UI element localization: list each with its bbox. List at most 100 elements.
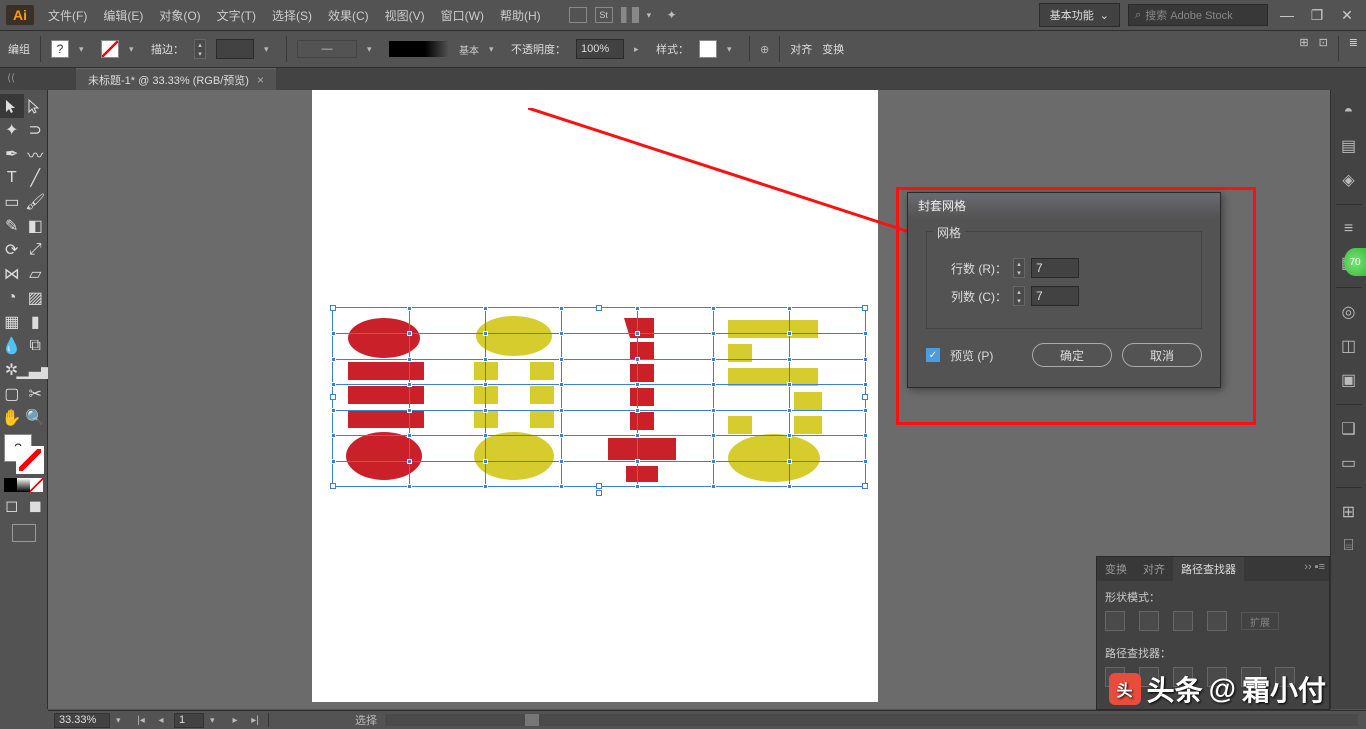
recolor-icon[interactable]: ⊕ [760, 43, 769, 56]
panel-overflow-icon[interactable]: ›› ▪≡ [1300, 557, 1329, 581]
stroke-weight-drop[interactable]: ▾ [264, 44, 276, 55]
blend-tool[interactable]: ⧉ [24, 334, 48, 358]
dock-brushes-icon[interactable]: ◈ [1339, 170, 1359, 190]
scale-tool[interactable]: ⤢ [24, 238, 48, 262]
zoom-tool[interactable]: 🔍 [24, 406, 48, 430]
vw-drop-icon[interactable]: ▾ [367, 44, 379, 55]
opacity-drop-icon[interactable]: ▸ [634, 44, 646, 55]
arrange-drop-icon[interactable]: ▾ [647, 10, 659, 21]
color-mode-gradient[interactable] [17, 478, 30, 492]
dock-graphic-styles-icon[interactable]: ▣ [1339, 370, 1359, 390]
menu-help[interactable]: 帮助(H) [492, 7, 549, 24]
intersect-icon[interactable] [1173, 611, 1193, 631]
stroke-stepper[interactable]: ▴▾ [194, 39, 206, 59]
color-mode-none[interactable] [30, 478, 43, 492]
fill-drop-icon[interactable]: ▾ [79, 44, 91, 55]
zoom-drop-icon[interactable]: ▾ [116, 715, 128, 726]
selection-tool[interactable] [0, 94, 24, 118]
shaper-tool[interactable]: ✎ [0, 214, 24, 238]
close-button[interactable]: ✕ [1336, 6, 1358, 24]
tab-corner-icon[interactable]: ⟨⟨ [6, 68, 16, 88]
dock-swatches-icon[interactable]: ▤ [1339, 136, 1359, 156]
align-label[interactable]: 对齐 [790, 41, 812, 57]
panel-menu-icon[interactable]: ≣ [1349, 36, 1358, 62]
transform-label[interactable]: 变换 [822, 41, 844, 57]
stroke-weight-input[interactable] [216, 39, 254, 59]
nav-next-icon[interactable]: ▸ [228, 713, 242, 727]
menu-edit[interactable]: 编辑(E) [95, 7, 151, 24]
nav-prev-icon[interactable]: ◂ [154, 713, 168, 727]
restore-button[interactable]: ❐ [1306, 6, 1328, 24]
style-drop-icon[interactable]: ▾ [727, 44, 739, 55]
menu-object[interactable]: 对象(O) [151, 7, 208, 24]
rectangle-tool[interactable]: ▭ [0, 190, 24, 214]
tab-align[interactable]: 对齐 [1135, 557, 1173, 581]
horizontal-scrollbar[interactable] [385, 714, 1358, 726]
fill-stroke-indicator[interactable]: ? [4, 434, 44, 474]
fill-swatch[interactable]: ? [51, 40, 69, 58]
shape-builder-tool[interactable]: ◔ [0, 286, 24, 310]
magic-wand-tool[interactable]: ✦ [0, 118, 24, 142]
bridge-icon[interactable] [569, 7, 587, 23]
mesh-tool[interactable]: ▦ [0, 310, 24, 334]
dialog-title[interactable]: 封套网格 [908, 193, 1220, 217]
artboard-tool[interactable]: ▢ [0, 382, 24, 406]
type-tool[interactable]: T [0, 166, 24, 190]
dock-color-icon[interactable]: ◓ [1339, 102, 1359, 122]
dock-appearance-icon[interactable]: ◎ [1339, 302, 1359, 322]
stock-icon[interactable]: St [595, 7, 613, 23]
expand-button[interactable]: 扩展 [1241, 612, 1279, 630]
menu-window[interactable]: 窗口(W) [433, 7, 492, 24]
isolate-icon[interactable]: ⊞ [1299, 36, 1308, 62]
screen-mode[interactable] [12, 524, 36, 542]
nav-first-icon[interactable]: |◂ [134, 713, 148, 727]
free-transform-tool[interactable]: ▱ [24, 262, 48, 286]
variable-width-profile[interactable]: — [297, 40, 357, 58]
minus-front-icon[interactable] [1139, 611, 1159, 631]
width-tool[interactable]: ⋈ [0, 262, 24, 286]
dock-links-icon[interactable]: ⌸ [1339, 536, 1359, 556]
paintbrush-tool[interactable]: 🖌 [24, 190, 48, 214]
dock-libraries-icon[interactable]: ⊞ [1339, 502, 1359, 522]
minimize-button[interactable]: — [1276, 6, 1298, 24]
menu-view[interactable]: 视图(V) [377, 7, 433, 24]
draw-behind[interactable]: ◼ [24, 494, 48, 518]
opacity-input[interactable] [576, 39, 624, 59]
cols-input[interactable] [1031, 286, 1079, 306]
document-tab[interactable]: 未标题-1* @ 33.33% (RGB/预览) × [76, 68, 276, 90]
workspace-switcher[interactable]: 基本功能 ⌄ [1039, 3, 1120, 27]
gradient-tool[interactable]: ▮ [24, 310, 48, 334]
cancel-button[interactable]: 取消 [1122, 343, 1202, 367]
stroke-drop-icon[interactable]: ▾ [129, 44, 141, 55]
gpu-icon[interactable]: ✦ [667, 8, 677, 22]
graph-tool[interactable]: ▁▃▅ [23, 358, 47, 382]
zoom-input[interactable] [54, 713, 110, 728]
dock-stroke-icon[interactable]: ≡ [1339, 219, 1359, 239]
exclude-icon[interactable] [1207, 611, 1227, 631]
line-tool[interactable]: ╱ [24, 166, 48, 190]
color-mode-solid[interactable] [4, 478, 17, 492]
direct-selection-tool[interactable] [24, 94, 48, 118]
dock-artboards-icon[interactable]: ▭ [1339, 453, 1359, 473]
rows-input[interactable] [1031, 258, 1079, 278]
menu-file[interactable]: 文件(F) [40, 7, 95, 24]
tab-transform[interactable]: 变换 [1097, 557, 1135, 581]
hand-tool[interactable]: ✋ [0, 406, 24, 430]
pen-tool[interactable]: ✒ [0, 142, 24, 166]
menu-effect[interactable]: 效果(C) [320, 7, 377, 24]
menu-type[interactable]: 文字(T) [209, 7, 264, 24]
stroke-swatch[interactable] [101, 40, 119, 58]
arrange-icon[interactable] [621, 7, 639, 23]
perspective-tool[interactable]: ▨ [24, 286, 48, 310]
artboard-number-input[interactable] [174, 713, 204, 728]
artboard-drop-icon[interactable]: ▾ [210, 715, 222, 726]
search-input[interactable]: ⌕ 搜索 Adobe Stock [1128, 4, 1268, 26]
rotate-tool[interactable]: ⟳ [0, 238, 24, 262]
edit-contents-icon[interactable]: ⊡ [1319, 36, 1328, 62]
stroke-indicator[interactable] [16, 446, 44, 474]
eyedropper-tool[interactable]: 💧 [0, 334, 24, 358]
cols-stepper[interactable]: ▴▾ [1013, 286, 1025, 306]
brush-drop-icon[interactable]: ▾ [489, 44, 501, 55]
tab-pathfinder[interactable]: 路径查找器 [1173, 557, 1244, 581]
slice-tool[interactable]: ✂ [24, 382, 48, 406]
